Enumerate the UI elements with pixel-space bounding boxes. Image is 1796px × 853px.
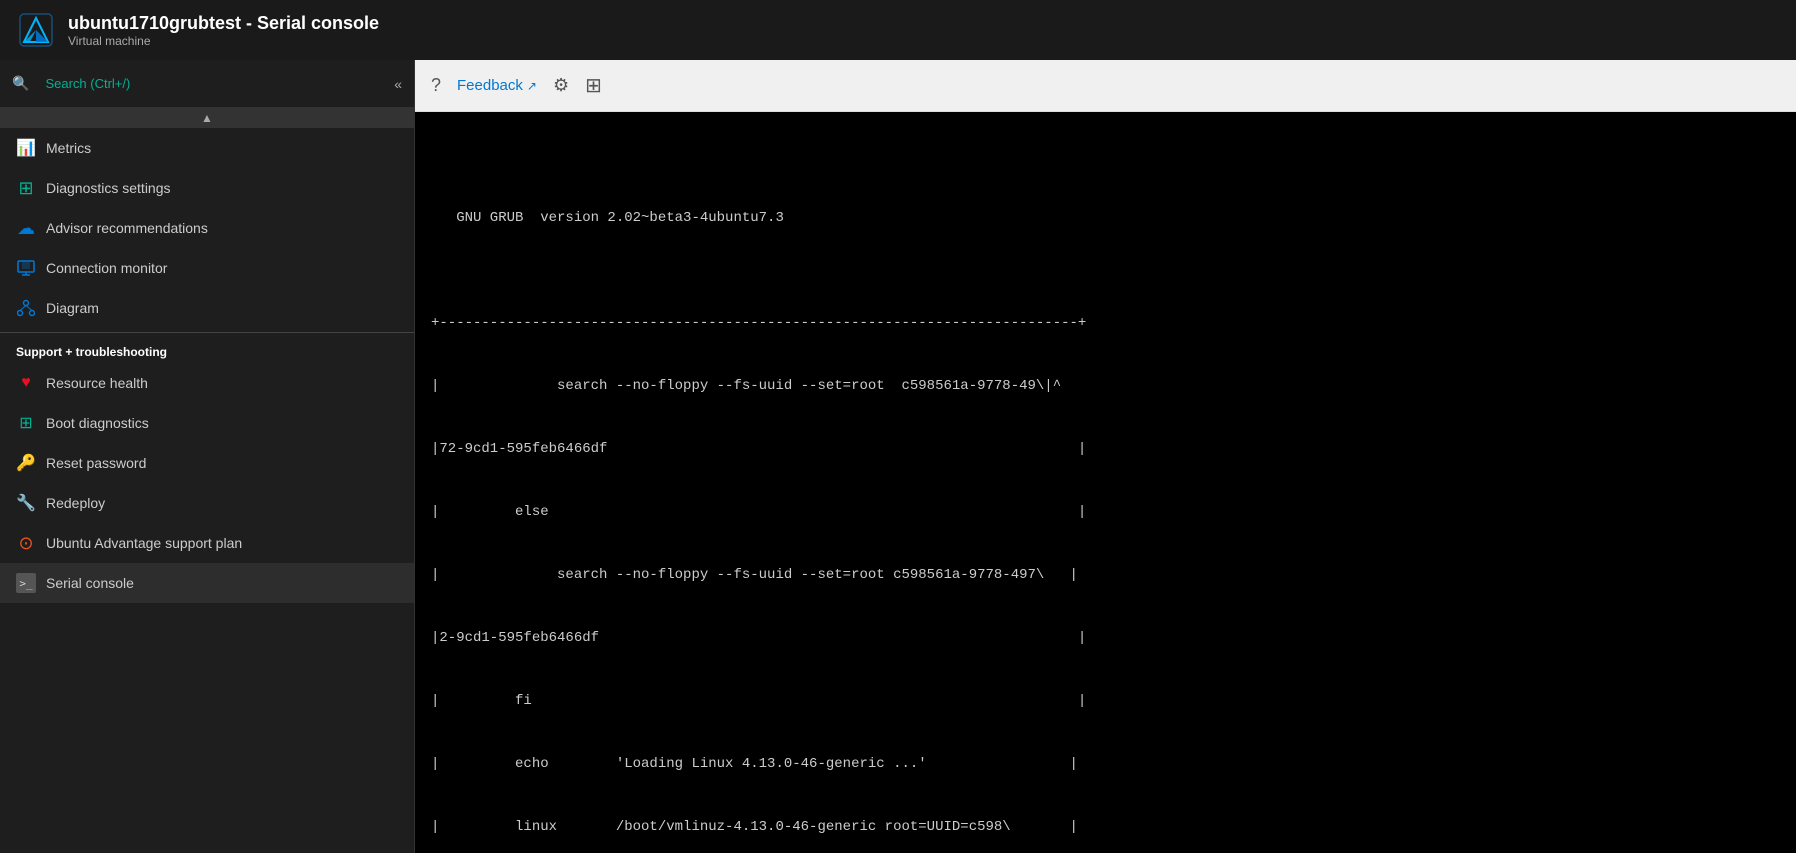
feedback-button[interactable]: Feedback ↗: [457, 77, 537, 94]
sidebar-item-connection[interactable]: Connection monitor: [0, 248, 414, 288]
sidebar-item-label: Serial console: [46, 575, 134, 591]
reset-password-icon: 🔑: [16, 453, 36, 473]
sidebar-item-label: Redeploy: [46, 495, 105, 511]
resource-health-icon: ♥: [16, 373, 36, 393]
sidebar-search-bar: 🔍 «: [0, 60, 414, 108]
connection-icon: [16, 258, 36, 278]
toolbar: ? Feedback ↗ ⚙ ⊞: [415, 60, 1796, 112]
terminal-line-5: |72-9cd1-595feb6466df |: [431, 439, 1780, 460]
sidebar-nav: 📊 Metrics ⊞ Diagnostics settings ☁ Advis…: [0, 128, 414, 853]
sidebar-item-label: Diagram: [46, 300, 99, 316]
ubuntu-icon: ⊙: [16, 533, 36, 553]
sidebar-item-redeploy[interactable]: 🔧 Redeploy: [0, 483, 414, 523]
header-title-block: ubuntu1710grubtest - Serial console Virt…: [68, 13, 379, 48]
content-area: ? Feedback ↗ ⚙ ⊞ GNU GRUB version 2.02~b…: [415, 60, 1796, 853]
sidebar-item-resource-health[interactable]: ♥ Resource health: [0, 363, 414, 403]
help-button[interactable]: ?: [431, 75, 441, 96]
terminal-line-4: | search --no-floppy --fs-uuid --set=roo…: [431, 376, 1780, 397]
sidebar: 🔍 « ▲ 📊 Metrics ⊞ Diagnostics settings ☁…: [0, 60, 415, 853]
sidebar-item-label: Reset password: [46, 455, 146, 471]
terminal-line-10: | echo 'Loading Linux 4.13.0-46-generic …: [431, 754, 1780, 775]
sidebar-item-metrics[interactable]: 📊 Metrics: [0, 128, 414, 168]
feedback-label: Feedback: [457, 77, 523, 94]
sidebar-item-label: Ubuntu Advantage support plan: [46, 535, 242, 551]
collapse-sidebar-button[interactable]: «: [394, 76, 402, 92]
diagram-icon: [16, 298, 36, 318]
terminal-line-11: | linux /boot/vmlinuz-4.13.0-46-generic …: [431, 817, 1780, 838]
sidebar-item-reset-password[interactable]: 🔑 Reset password: [0, 443, 414, 483]
header: ubuntu1710grubtest - Serial console Virt…: [0, 0, 1796, 60]
sidebar-item-label: Diagnostics settings: [46, 180, 171, 196]
terminal-output[interactable]: GNU GRUB version 2.02~beta3-4ubuntu7.3 +…: [415, 112, 1796, 853]
sidebar-item-label: Metrics: [46, 140, 91, 156]
diagnostics-icon: ⊞: [16, 178, 36, 198]
main-layout: 🔍 « ▲ 📊 Metrics ⊞ Diagnostics settings ☁…: [0, 60, 1796, 853]
serial-console-icon: >_: [16, 573, 36, 593]
support-section-header: Support + troubleshooting: [0, 332, 414, 363]
terminal-line-7: | search --no-floppy --fs-uuid --set=roo…: [431, 565, 1780, 586]
terminal-line-6: | else |: [431, 502, 1780, 523]
advisor-icon: ☁: [16, 218, 36, 238]
azure-logo: [16, 10, 56, 50]
sidebar-item-ubuntu-support[interactable]: ⊙ Ubuntu Advantage support plan: [0, 523, 414, 563]
sidebar-item-diagram[interactable]: Diagram: [0, 288, 414, 328]
sidebar-item-label: Boot diagnostics: [46, 415, 149, 431]
search-icon: 🔍: [12, 75, 29, 92]
sidebar-item-boot-diagnostics[interactable]: ⊞ Boot diagnostics: [0, 403, 414, 443]
settings-button[interactable]: ⚙: [553, 75, 569, 96]
terminal-line-1: GNU GRUB version 2.02~beta3-4ubuntu7.3: [431, 208, 1780, 229]
redeploy-icon: 🔧: [16, 493, 36, 513]
metrics-icon: 📊: [16, 138, 36, 158]
scroll-up-indicator[interactable]: ▲: [0, 108, 414, 128]
sidebar-item-diagnostics[interactable]: ⊞ Diagnostics settings: [0, 168, 414, 208]
grid-button[interactable]: ⊞: [585, 73, 602, 98]
external-link-icon: ↗: [527, 79, 537, 93]
sidebar-item-label: Advisor recommendations: [46, 220, 208, 236]
search-input[interactable]: [37, 70, 386, 97]
page-subtitle: Virtual machine: [68, 34, 379, 48]
sidebar-item-label: Resource health: [46, 375, 148, 391]
terminal-line-3: +---------------------------------------…: [431, 313, 1780, 334]
page-title: ubuntu1710grubtest - Serial console: [68, 13, 379, 34]
sidebar-item-label: Connection monitor: [46, 260, 167, 276]
sidebar-item-serial-console[interactable]: >_ Serial console: [0, 563, 414, 603]
terminal-line-9: | fi |: [431, 691, 1780, 712]
sidebar-item-advisor[interactable]: ☁ Advisor recommendations: [0, 208, 414, 248]
terminal-line-8: |2-9cd1-595feb6466df |: [431, 628, 1780, 649]
boot-diagnostics-icon: ⊞: [16, 413, 36, 433]
